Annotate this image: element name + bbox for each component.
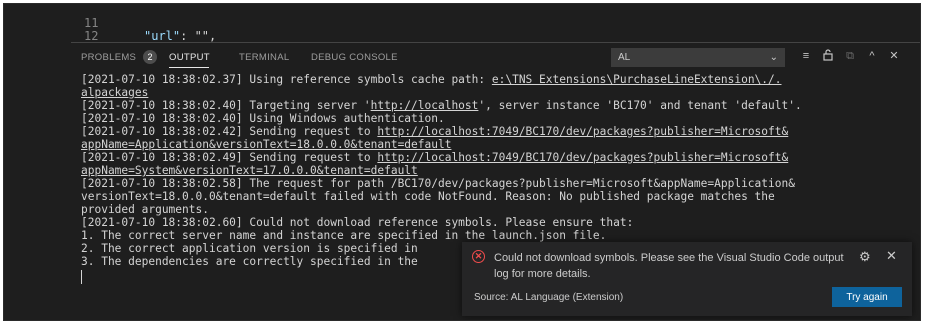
log-line: [2021-07-10 18:38:02.58] The request for… [81, 177, 900, 190]
lock-icon[interactable] [821, 49, 835, 63]
log-text: [2021-07-10 18:38:02.40] Using Windows a… [81, 112, 445, 125]
log-line: provided arguments. [81, 203, 900, 216]
log-link[interactable]: http://localhost:7049/BC170/dev/packages… [377, 125, 788, 138]
log-link[interactable]: appName=System&versionText=17.0.0.0&tena… [81, 164, 418, 177]
log-text: [2021-07-10 18:38:02.40] Targeting serve… [81, 99, 371, 112]
log-line: [2021-07-10 18:38:02.37] Using reference… [81, 73, 900, 86]
log-link[interactable]: alpackages [81, 86, 148, 99]
text-cursor [81, 270, 82, 284]
tab-output[interactable]: OUTPUT [169, 52, 210, 63]
log-text: ', server instance 'BC170' and tenant 'd… [478, 99, 802, 112]
problems-count-badge: 2 [143, 50, 157, 64]
log-text: [2021-07-10 18:38:02.49] Sending request… [81, 151, 378, 164]
log-text: [2021-07-10 18:38:02.42] Sending request… [81, 125, 378, 138]
chevron-down-icon: ⌄ [769, 52, 778, 63]
log-link[interactable]: e:\TNS Extensions\PurchaseLineExtension\… [492, 73, 782, 86]
log-text: 3. The dependencies are correctly specif… [81, 255, 418, 268]
panel-tab-bar: PROBLEMS 2 OUTPUT TERMINAL DEBUG CONSOLE… [71, 43, 920, 71]
log-text: [2021-07-10 18:38:02.37] Using reference… [81, 73, 492, 86]
log-line: versionText=18.0.0.0&tenant=default fail… [81, 190, 900, 203]
log-line: [2021-07-10 18:38:02.49] Sending request… [81, 151, 900, 164]
close-icon[interactable]: ✕ [887, 49, 901, 63]
code-line: 12 "logo": "", [4, 17, 223, 56]
log-line: alpackages [81, 86, 900, 99]
log-link[interactable]: appName=Application&versionText=18.0.0.0… [81, 138, 451, 151]
log-link[interactable]: http://localhost [371, 99, 479, 112]
log-line: appName=Application&versionText=18.0.0.0… [81, 138, 900, 151]
error-notification: ✕ Could not download symbols. Please see… [462, 242, 912, 316]
code-line: 13 "dependencies": [], [4, 30, 281, 69]
code-editor[interactable]: 11 "url": "", 12 "logo": "", 13 "depende… [4, 4, 920, 69]
error-icon: ✕ [472, 250, 485, 263]
log-line: [2021-07-10 18:38:02.60] Could not downl… [81, 216, 900, 229]
code-line: 11 "url": "", [4, 4, 216, 43]
list-icon[interactable]: ≡ [799, 49, 813, 63]
log-line: [2021-07-10 18:38:02.42] Sending request… [81, 125, 900, 138]
chevron-up-icon[interactable]: ^ [865, 49, 879, 63]
log-text: 2. The correct application version is sp… [81, 242, 418, 255]
gear-icon[interactable]: ⚙ [859, 249, 871, 265]
log-line: [2021-07-10 18:38:02.40] Targeting serve… [81, 99, 900, 112]
log-link[interactable]: http://localhost:7049/BC170/dev/packages… [377, 151, 788, 164]
output-log[interactable]: [2021-07-10 18:38:02.37] Using reference… [81, 73, 900, 268]
json-value: : "", [180, 29, 217, 43]
json-key: "url" [144, 29, 181, 43]
log-line: [2021-07-10 18:38:02.40] Using Windows a… [81, 112, 900, 125]
try-again-button[interactable]: Try again [832, 287, 902, 307]
output-channel-value: AL [618, 52, 631, 63]
log-text: provided arguments. [81, 203, 209, 216]
vscode-window: 11 "url": "", 12 "logo": "", 13 "depende… [3, 3, 921, 321]
log-text: [2021-07-10 18:38:02.58] The request for… [81, 177, 795, 190]
copy-icon[interactable]: ⧉ [843, 49, 857, 63]
tab-problems[interactable]: PROBLEMS [81, 52, 136, 63]
log-text: 1. The correct server name and instance … [81, 229, 607, 242]
tab-terminal[interactable]: TERMINAL [239, 52, 289, 63]
log-text: [2021-07-10 18:38:02.60] Could not downl… [81, 216, 634, 229]
notification-source: Source: AL Language (Extension) [474, 292, 624, 303]
active-tab-indicator [169, 67, 209, 68]
log-line: 1. The correct server name and instance … [81, 229, 900, 242]
log-line: appName=System&versionText=17.0.0.0&tena… [81, 164, 900, 177]
output-channel-select[interactable]: AL ⌄ [611, 48, 785, 67]
notification-message: Could not download symbols. Please see t… [494, 252, 844, 280]
log-text: versionText=18.0.0.0&tenant=default fail… [81, 190, 775, 203]
close-icon[interactable]: ✕ [886, 248, 897, 264]
tab-debug-console[interactable]: DEBUG CONSOLE [311, 52, 398, 63]
